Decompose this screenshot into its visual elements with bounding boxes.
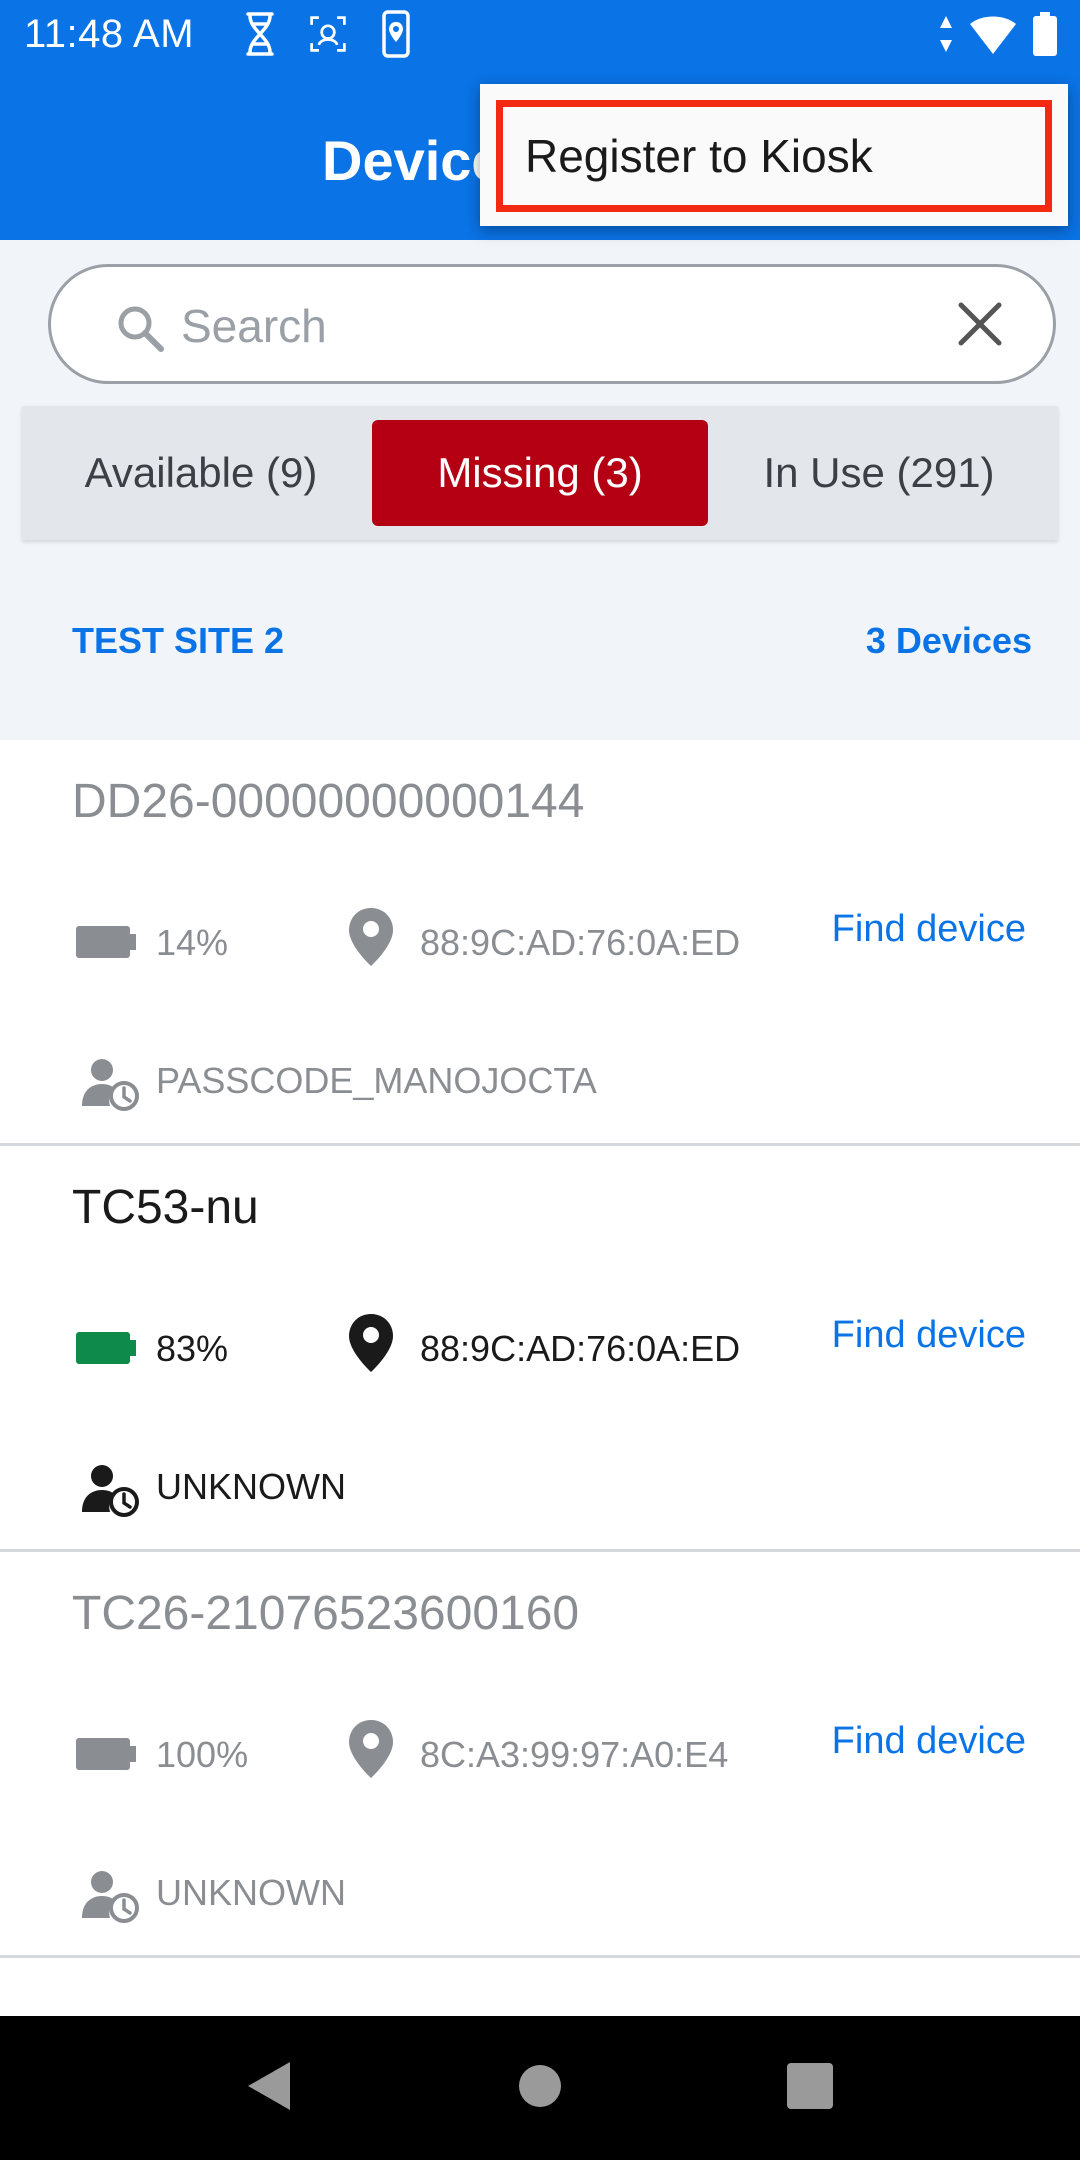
battery-level: 14% (156, 922, 229, 963)
menu-item-register-to-kiosk[interactable]: Register to Kiosk (496, 100, 1052, 212)
overflow-menu: Register to Kiosk (480, 84, 1068, 226)
site-name: TEST SITE 2 (72, 620, 285, 661)
wifi-badge: 6 (1006, 31, 1018, 53)
device-count: 3 Devices (865, 620, 1032, 661)
mac-address: 8C:A3:99:97:A0:E4 (420, 1734, 729, 1775)
system-nav-bar (0, 2016, 1080, 2160)
find-device-button[interactable]: Find device (832, 1314, 1026, 1357)
find-device-button[interactable]: Find device (832, 908, 1026, 951)
battery-icon (76, 926, 136, 958)
site-header: TEST SITE 2 3 Devices (0, 580, 1080, 700)
scan-icon (310, 16, 346, 52)
dna-icon (246, 12, 274, 56)
assigned-user: UNKNOWN (156, 1872, 346, 1913)
status-tabs: Available (9) Missing (3) In Use (291) (22, 406, 1058, 540)
mac-address: 88:9C:AD:76:0A:ED (420, 922, 741, 963)
device-list: DD26-00000000000144 14% 88:9C:AD:76:0A:E… (0, 740, 1080, 2016)
user-clock-icon (82, 1871, 139, 1923)
battery-status-icon (1033, 12, 1057, 56)
device-card[interactable]: TC26-21076523600160 100% 8C:A3:99:97:A0:… (0, 1552, 1080, 1958)
user-clock-icon (82, 1465, 139, 1517)
tab-available[interactable]: Available (9) (36, 420, 366, 526)
find-device-button[interactable]: Find device (832, 1720, 1026, 1763)
status-notification-icons (240, 10, 416, 58)
menu-item-label: Register to Kiosk (525, 130, 873, 182)
search-icon (118, 306, 164, 352)
assigned-user: UNKNOWN (156, 1466, 346, 1507)
location-pin-icon (349, 908, 393, 966)
device-name: TC53-nu (72, 1181, 259, 1234)
tab-missing[interactable]: Missing (3) (372, 420, 708, 526)
location-pin-icon (349, 1720, 393, 1778)
device-name: DD26-00000000000144 (72, 775, 585, 828)
assigned-user: PASSCODE_MANOJOCTA (156, 1060, 597, 1101)
search-bar[interactable] (48, 264, 1056, 384)
battery-icon (76, 1738, 136, 1770)
battery-level: 100% (156, 1734, 249, 1775)
tab-label: Available (9) (84, 449, 318, 496)
status-system-icons: 6 (938, 12, 1058, 56)
battery-level: 83% (156, 1328, 229, 1369)
mac-address: 88:9C:AD:76:0A:ED (420, 1328, 741, 1369)
phone-location-icon (382, 10, 410, 58)
recents-icon[interactable] (786, 2062, 834, 2110)
search-input[interactable] (181, 291, 961, 361)
close-icon[interactable] (955, 299, 1005, 349)
data-arrows-icon (940, 16, 952, 52)
location-pin-icon (349, 1314, 393, 1372)
device-card[interactable]: TC53-nu 83% 88:9C:AD:76:0A:ED Find devic… (0, 1146, 1080, 1552)
back-icon[interactable] (244, 2058, 294, 2114)
status-bar: 11:48 AM 6 (0, 0, 1080, 72)
wifi-icon: 6 (968, 12, 1018, 56)
home-icon[interactable] (518, 2064, 562, 2108)
device-name: TC26-21076523600160 (72, 1587, 580, 1640)
battery-icon (76, 1332, 136, 1364)
status-time: 11:48 AM (24, 12, 195, 56)
device-card[interactable]: DD26-00000000000144 14% 88:9C:AD:76:0A:E… (0, 740, 1080, 1146)
tab-label: In Use (291) (763, 449, 995, 496)
user-clock-icon (82, 1059, 139, 1111)
tab-label: Missing (3) (437, 449, 643, 496)
tab-in-use[interactable]: In Use (291) (714, 420, 1044, 526)
